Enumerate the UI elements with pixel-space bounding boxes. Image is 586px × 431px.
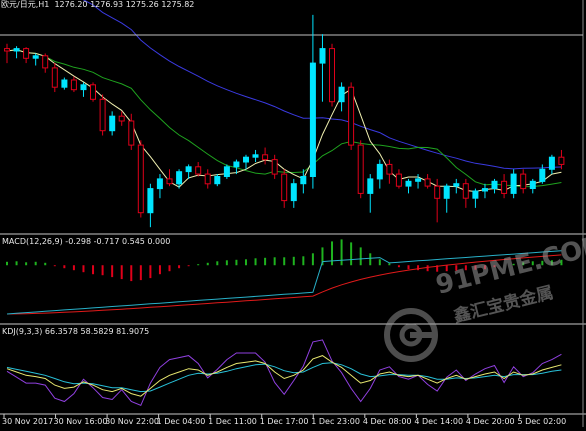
candle-body [80,84,87,91]
candle-body [357,144,364,194]
candle-body [23,48,30,59]
candle-body [491,180,498,190]
candle-body [520,173,527,190]
candle-body [128,120,135,146]
candle-body [281,173,288,202]
chart-window[interactable]: 欧元/日元,H1 1276.20 1276.93 1275.26 1275.82… [0,0,586,427]
candle-body [386,163,393,175]
candle-body [156,178,163,190]
candle-body [395,173,402,187]
candle-body [329,48,335,103]
time-axis-label: 5 Dec 02:00 [517,417,567,426]
candle-body [137,144,144,214]
kdj-label: KDJ(9,3,3) 66.3578 58.5829 81.9075 [2,327,150,336]
candle-body [472,190,479,199]
candle-body [147,188,154,214]
kdj-j-line [6,339,562,407]
candle-body [338,86,345,103]
candle-body [434,185,441,199]
time-axis-label: 1 Dec 11:00 [208,417,257,426]
candle-body [424,178,431,187]
candle-body [176,171,183,185]
candle-body [443,185,450,199]
time-axis-label: 4 Dec 14:00 [414,417,464,426]
candle-body [4,48,10,52]
watermark-logo-icon [384,308,438,362]
chart-canvas[interactable] [0,0,586,427]
time-axis-label: 30 Nov 22:00 [105,417,160,426]
time-axis-label: 1 Dec 04:00 [156,417,206,426]
kdj-d-line [6,362,562,393]
candle-body [243,156,249,163]
candle-body [558,156,565,165]
candle-body [290,183,297,202]
candle-body [501,180,508,194]
candle-body [367,178,374,194]
time-axis-label: 30 Nov 16:00 [53,417,108,426]
candle-body [185,166,192,173]
chart-title-bar: 欧元/日元,H1 1276.20 1276.93 1275.26 1275.82 [1,0,194,9]
time-axis-label: 4 Dec 20:00 [465,417,515,426]
candle-body [195,166,202,175]
candle-body [118,115,125,122]
candle-body [319,48,326,64]
candle-body [204,173,211,185]
time-axis-label: 1 Dec 17:00 [259,417,309,426]
candle-body [262,154,269,161]
candle-body [376,163,383,180]
candle-body [462,183,469,199]
kdj-k-line [6,355,562,397]
candle-body [70,79,77,91]
macd-label: MACD(12,26,9) -0.298 -0.717 0.545 0.000 [2,237,171,246]
candle-body [405,180,412,187]
candle-body [482,188,488,192]
ma-mid-line [6,49,562,188]
candle-body [309,62,316,177]
candle-body [223,166,230,178]
candle-body [548,156,555,170]
candle-body [214,176,221,185]
candle-body [51,67,58,88]
candle-body [61,79,68,88]
candle-body [166,178,173,185]
candle-body [539,168,546,182]
time-axis-label: 30 Nov 2017 [2,417,54,426]
candle-body [99,98,106,132]
candle-body [348,86,355,146]
candle-body [415,178,422,182]
candle-body [300,176,307,185]
candle-body [510,173,517,194]
candle-body [109,115,116,132]
time-axis-label: 1 Dec 23:00 [311,417,360,426]
candle-body [90,84,96,100]
candle-body [32,55,39,59]
candle-body [453,183,460,187]
candle-body [252,154,259,158]
candle-body [233,161,240,168]
symbol-title: 欧元/日元,H1 [1,0,50,9]
time-axis-label: 4 Dec 08:00 [362,417,412,426]
candle-body [271,159,278,175]
candle-body [13,48,20,52]
candle-body [42,55,49,69]
ohlc-values: 1276.20 1276.93 1275.26 1275.82 [54,0,195,9]
candle-body [529,180,536,190]
